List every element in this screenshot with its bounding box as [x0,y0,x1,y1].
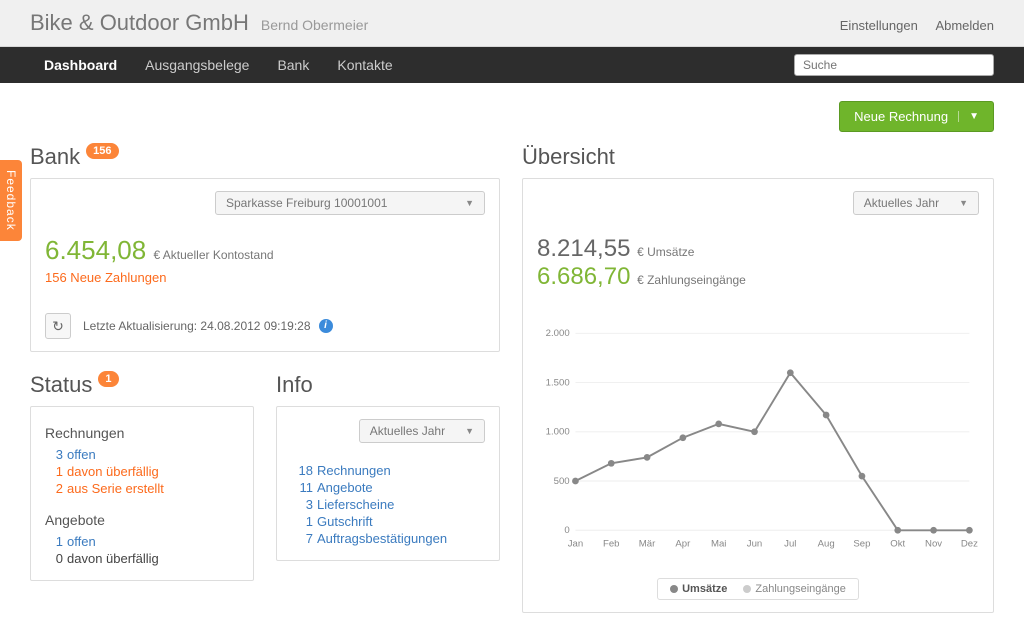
logout-link[interactable]: Abmelden [935,18,994,33]
top-header: Bike & Outdoor GmbH Bernd Obermeier Eins… [0,0,1024,47]
status-offers-open[interactable]: 1offen [45,534,239,549]
info-item[interactable]: 7Auftragsbestätigungen [291,531,485,546]
legend-dot-icon [743,585,751,593]
status-panel: Rechnungen 3offen 1davon überfällig 2aus… [30,406,254,581]
svg-text:Sep: Sep [853,539,870,550]
status-invoices-open[interactable]: 3offen [45,447,239,462]
new-invoice-button[interactable]: Neue Rechnung ▼ [839,101,994,132]
overview-revenue-suffix: € Umsätze [637,245,694,259]
overview-payments-suffix: € Zahlungseingänge [637,273,746,287]
overview-payments: 6.686,70 € Zahlungseingänge [537,263,979,291]
info-icon[interactable]: i [319,319,333,333]
search-box [794,54,994,76]
feedback-tab[interactable]: Feedback [0,160,22,241]
bank-balance-suffix: € Aktueller Kontostand [153,248,273,262]
top-links: Einstellungen Abmelden [826,18,994,33]
info-section: Info Aktuelles Jahr ▼ 18Rechnungen 11Ange… [276,372,500,581]
chevron-down-icon: ▼ [959,198,968,208]
svg-text:Mai: Mai [711,539,726,550]
svg-text:2.000: 2.000 [546,328,570,339]
info-item[interactable]: 1Gutschrift [291,514,485,529]
svg-text:Nov: Nov [925,539,942,550]
company-name: Bike & Outdoor GmbH [30,10,249,36]
search-input[interactable] [794,54,994,76]
main-nav: Dashboard Ausgangsbelege Bank Kontakte [0,47,1024,83]
svg-text:0: 0 [564,525,569,536]
new-invoice-label: Neue Rechnung [854,109,948,124]
status-invoices-series[interactable]: 2aus Serie erstellt [45,481,239,496]
nav-dashboard[interactable]: Dashboard [30,47,131,83]
svg-text:Mär: Mär [639,539,656,550]
bank-account-dropdown[interactable]: Sparkasse Freiburg 10001001 ▼ [215,191,485,215]
overview-panel: Aktuelles Jahr ▼ 8.214,55 € Umsätze 6.68… [522,178,994,613]
bank-balance-amount: 6.454,08 [45,235,146,265]
info-item[interactable]: 3Lieferscheine [291,497,485,512]
info-item[interactable]: 18Rechnungen [291,463,485,478]
chart-legend: Umsätze Zahlungseingänge [537,578,979,600]
overview-period-selected: Aktuelles Jahr [864,196,939,210]
overview-revenue-amount: 8.214,55 [537,235,630,262]
status-section: Status 1 Rechnungen 3offen 1davon überfä… [30,372,254,581]
legend-revenue[interactable]: Umsätze [670,583,727,595]
bank-badge: 156 [86,143,118,159]
svg-text:Dez: Dez [961,539,978,550]
overview-revenue: 8.214,55 € Umsätze [537,235,979,263]
status-offers-overdue[interactable]: 0davon überfällig [45,551,239,566]
svg-text:Jan: Jan [568,539,583,550]
bank-panel: Sparkasse Freiburg 10001001 ▼ 6.454,08 €… [30,178,500,352]
svg-text:1.500: 1.500 [546,377,570,388]
bank-title: Bank 156 [30,144,500,170]
refresh-icon: ↻ [52,318,64,335]
overview-title: Übersicht [522,144,994,170]
legend-dot-icon [670,585,678,593]
overview-payments-amount: 6.686,70 [537,263,630,290]
bank-section: Bank 156 Sparkasse Freiburg 10001001 ▼ 6… [30,144,500,352]
nav-contacts[interactable]: Kontakte [323,47,406,83]
overview-period-dropdown[interactable]: Aktuelles Jahr ▼ [853,191,979,215]
nav-bank[interactable]: Bank [263,47,323,83]
svg-text:Jul: Jul [784,539,796,550]
info-panel: Aktuelles Jahr ▼ 18Rechnungen 11Angebote 3… [276,406,500,561]
info-period-dropdown[interactable]: Aktuelles Jahr ▼ [359,419,485,443]
status-invoices-heading: Rechnungen [45,425,239,441]
legend-payments[interactable]: Zahlungseingänge [743,583,846,595]
overview-chart: 0 500 1.000 1.500 2.000 Jan Feb Mär Apr Mai Jun Jul… [537,309,979,600]
info-title: Info [276,372,500,398]
chart-svg: 0 500 1.000 1.500 2.000 Jan Feb Mär Apr Mai Jun Jul… [537,309,979,569]
svg-text:500: 500 [554,476,570,487]
last-update-value: 24.08.2012 09:19:28 [200,319,310,333]
info-item[interactable]: 11Angebote [291,480,485,495]
svg-text:Okt: Okt [890,539,905,550]
status-badge: 1 [98,371,118,387]
svg-text:1.000: 1.000 [546,427,570,438]
chevron-down-icon: ▼ [465,198,474,208]
svg-text:Jun: Jun [747,539,762,550]
chevron-down-icon[interactable]: ▼ [958,111,979,122]
status-offers-heading: Angebote [45,512,239,528]
action-bar: Neue Rechnung ▼ [30,101,994,132]
refresh-button[interactable]: ↻ [45,313,71,339]
chevron-down-icon: ▼ [465,426,474,436]
svg-text:Feb: Feb [603,539,620,550]
svg-text:Apr: Apr [675,539,691,550]
bank-new-payments[interactable]: 156 Neue Zahlungen [45,270,485,285]
bank-last-update: ↻ Letzte Aktualisierung: 24.08.2012 09:1… [45,313,485,339]
status-title-text: Status [30,372,92,398]
info-list: 18Rechnungen 11Angebote 3Lieferscheine 1Gut… [291,463,485,546]
overview-section: Übersicht Aktuelles Jahr ▼ 8.214,55 € Um… [522,144,994,613]
info-period-selected: Aktuelles Jahr [370,424,445,438]
nav-outgoing[interactable]: Ausgangsbelege [131,47,263,83]
bank-account-selected: Sparkasse Freiburg 10001001 [226,196,387,210]
bank-title-text: Bank [30,144,80,170]
bank-balance: 6.454,08 € Aktueller Kontostand [45,235,485,266]
user-name: Bernd Obermeier [261,17,368,33]
status-title: Status 1 [30,372,254,398]
last-update-label: Letzte Aktualisierung: [83,319,197,333]
settings-link[interactable]: Einstellungen [840,18,918,33]
svg-text:Aug: Aug [818,539,835,550]
status-invoices-overdue[interactable]: 1davon überfällig [45,464,239,479]
